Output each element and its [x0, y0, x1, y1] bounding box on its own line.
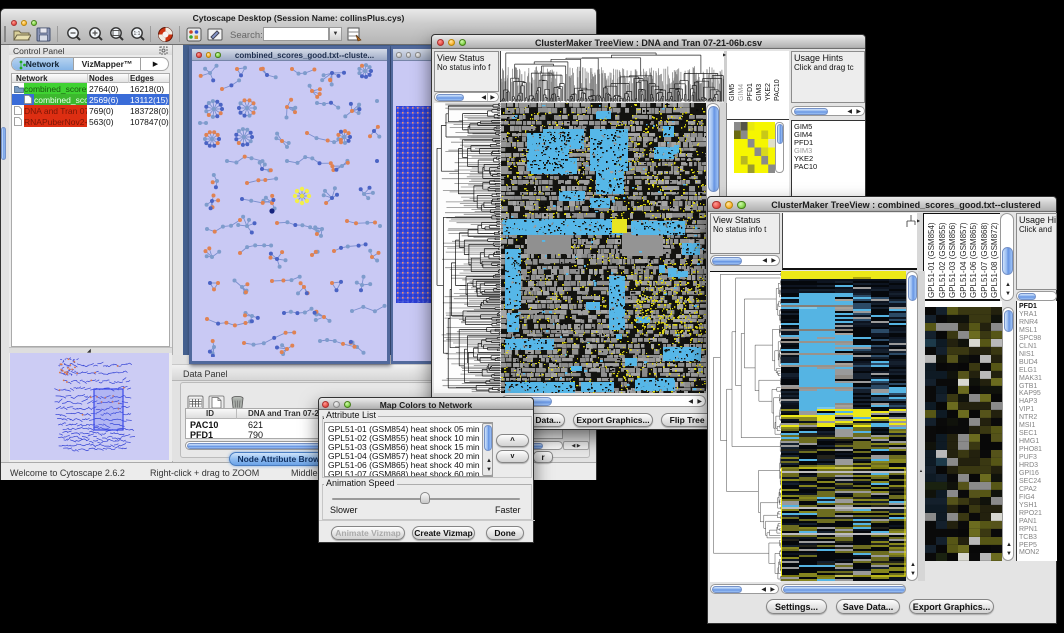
svg-text:1:1: 1:1 — [134, 31, 141, 37]
